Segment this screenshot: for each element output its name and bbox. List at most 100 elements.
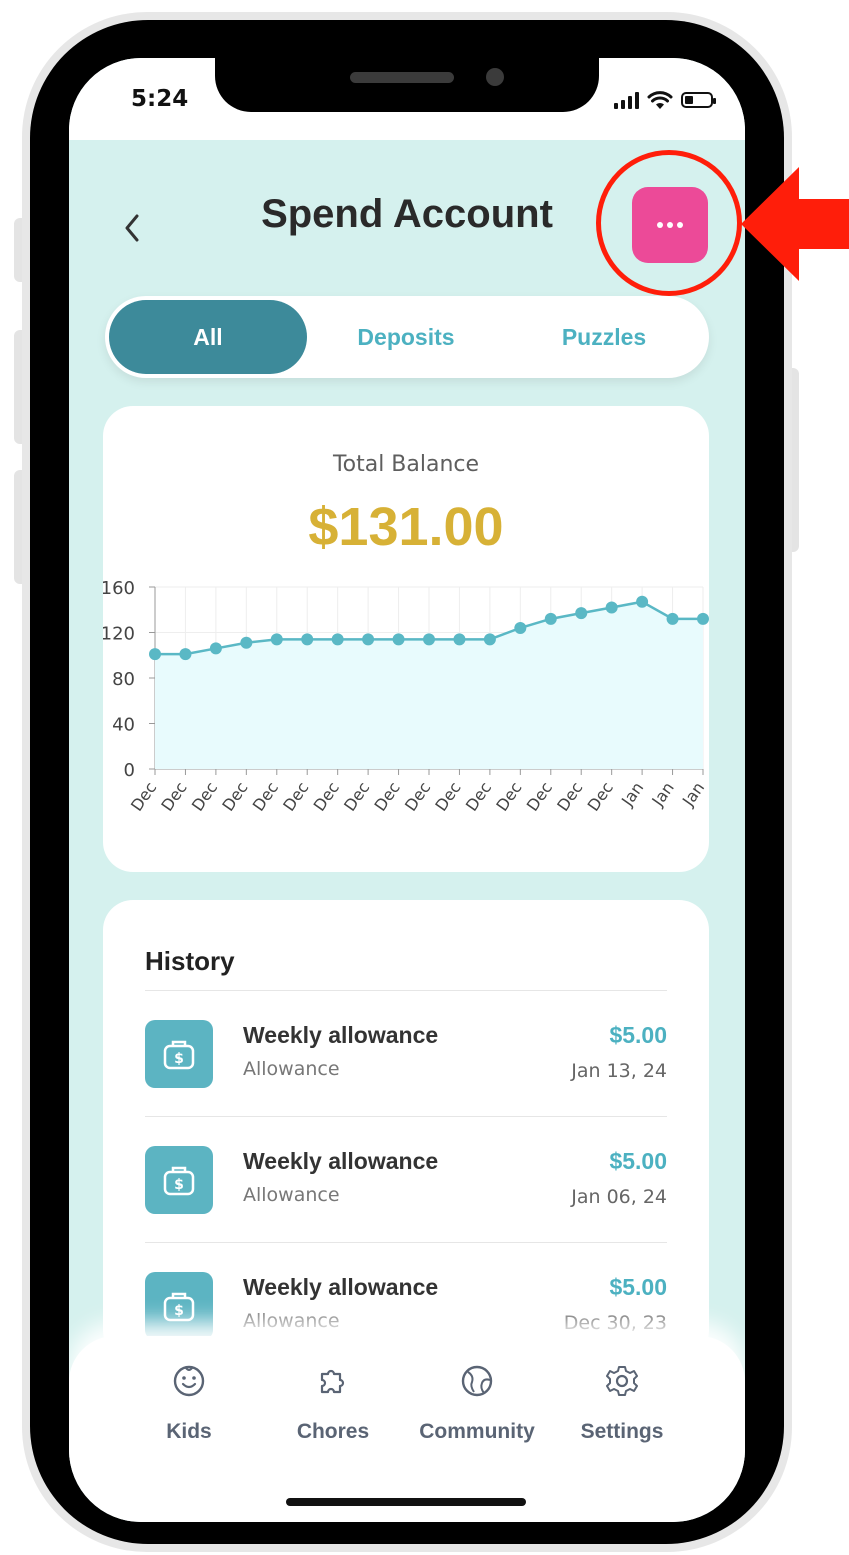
data-point	[392, 633, 405, 646]
svg-text:$: $	[174, 1303, 184, 1319]
data-point	[362, 633, 375, 646]
tab-puzzles[interactable]: Puzzles	[505, 300, 703, 374]
balance-card: Total Balance $131.00 0 40 80 120 160 Dec Dec D…	[103, 406, 709, 872]
puzzle-piece-icon	[320, 1369, 345, 1394]
data-point	[240, 636, 253, 649]
x-tick-label: Dec	[523, 778, 556, 814]
bottom-nav: Kids Chores Community Settings	[69, 1336, 745, 1522]
data-point	[575, 607, 588, 620]
highlight-circle	[596, 150, 742, 296]
history-item-subtitle: Allowance	[243, 1310, 340, 1332]
money-bag-icon: $	[145, 1272, 213, 1340]
smiley-face-icon	[173, 1365, 205, 1397]
history-item-date: Jan 13, 24	[571, 1060, 667, 1082]
nav-item-kids[interactable]: Kids	[114, 1364, 264, 1444]
data-point	[179, 648, 192, 661]
nav-label-community: Community	[419, 1420, 535, 1443]
x-tick-label: Dec	[279, 778, 312, 814]
y-tick-label: 160	[103, 581, 135, 599]
balance-label: Total Balance	[332, 452, 480, 477]
nav-item-settings[interactable]: Settings	[547, 1364, 697, 1444]
x-tick-label: Dec	[127, 778, 160, 814]
x-tick-label: Dec	[218, 778, 251, 814]
data-point	[697, 612, 709, 625]
nav-item-chores[interactable]: Chores	[258, 1364, 408, 1444]
x-tick-label: Dec	[462, 778, 495, 814]
history-item-title: Weekly allowance	[243, 1274, 439, 1300]
globe-icon	[461, 1365, 493, 1397]
x-tick-label: Jan	[617, 778, 647, 810]
x-tick-label: Dec	[310, 778, 343, 814]
gear-icon	[606, 1366, 638, 1396]
y-tick-label: 0	[124, 760, 135, 781]
data-point	[514, 621, 527, 634]
history-card: History $ Weekly allowance Allowance $5.…	[103, 900, 709, 1360]
data-point	[605, 601, 618, 614]
history-row[interactable]: $ Weekly allowance Allowance $5.00 Jan 1…	[145, 1020, 667, 1120]
history-item-date: Dec 30, 23	[563, 1312, 667, 1334]
notch	[215, 58, 599, 112]
data-point	[331, 633, 344, 646]
history-title: History	[145, 946, 235, 976]
cellular-signal-icon	[614, 91, 639, 109]
x-tick-label: Dec	[401, 778, 434, 814]
data-point	[149, 648, 161, 661]
history-item-subtitle: Allowance	[243, 1058, 340, 1080]
speaker	[350, 72, 454, 83]
history-item-amount: $5.00	[609, 1022, 667, 1048]
x-tick-label: Dec	[371, 778, 404, 814]
battery-icon	[681, 92, 716, 108]
y-tick-label: 40	[112, 715, 135, 736]
front-camera	[486, 68, 504, 86]
x-tick-label: Dec	[157, 778, 190, 814]
data-point	[270, 633, 283, 646]
svg-text:$: $	[174, 1051, 184, 1067]
history-item-date: Jan 06, 24	[571, 1186, 667, 1208]
history-row[interactable]: $ Weekly allowance Allowance $5.00 Jan 0…	[145, 1146, 667, 1246]
balance-chart: 04080120160DecDecDecDecDecDecDecDecDecDe…	[103, 581, 709, 815]
data-point	[636, 595, 649, 608]
x-tick-label: Dec	[340, 778, 373, 814]
history-divider	[145, 990, 667, 991]
wifi-icon	[647, 91, 673, 109]
nav-label-chores: Chores	[296, 1420, 370, 1443]
history-item-amount: $5.00	[609, 1148, 667, 1174]
filter-tabs: All Deposits Puzzles	[105, 296, 709, 378]
nav-item-community[interactable]: Community	[402, 1364, 552, 1444]
money-bag-icon: $	[145, 1146, 213, 1214]
status-icons	[614, 90, 716, 110]
history-item-title: Weekly allowance	[243, 1022, 439, 1048]
history-item-amount: $5.00	[609, 1274, 667, 1300]
y-tick-label: 80	[112, 669, 135, 690]
x-tick-label: Dec	[249, 778, 282, 814]
tab-all[interactable]: All	[109, 300, 307, 374]
data-point	[483, 633, 496, 646]
x-tick-label: Jan	[678, 778, 708, 810]
nav-label-settings: Settings	[580, 1420, 664, 1443]
history-divider	[145, 1242, 667, 1243]
y-tick-label: 120	[103, 624, 135, 645]
tab-deposits[interactable]: Deposits	[307, 300, 505, 374]
data-point	[301, 633, 314, 646]
history-item-title: Weekly allowance	[243, 1148, 439, 1174]
data-point	[423, 633, 435, 646]
history-item-subtitle: Allowance	[243, 1184, 340, 1206]
data-point	[209, 642, 222, 655]
home-indicator	[286, 1498, 526, 1506]
data-point	[453, 633, 466, 646]
data-point	[544, 612, 557, 625]
x-tick-label: Dec	[492, 778, 525, 814]
x-tick-label: Dec	[584, 778, 617, 814]
balance-value: $131.00	[308, 497, 504, 557]
x-tick-label: Dec	[188, 778, 221, 814]
red-arrow-icon	[741, 167, 849, 281]
x-tick-label: Dec	[553, 778, 586, 814]
x-tick-label: Dec	[431, 778, 464, 814]
data-point	[666, 612, 679, 625]
history-divider	[145, 1116, 667, 1117]
nav-label-kids: Kids	[166, 1420, 212, 1443]
x-tick-label: Jan	[648, 778, 678, 810]
svg-text:$: $	[174, 1177, 184, 1193]
money-bag-icon: $	[145, 1020, 213, 1088]
status-time: 5:24	[131, 86, 189, 112]
